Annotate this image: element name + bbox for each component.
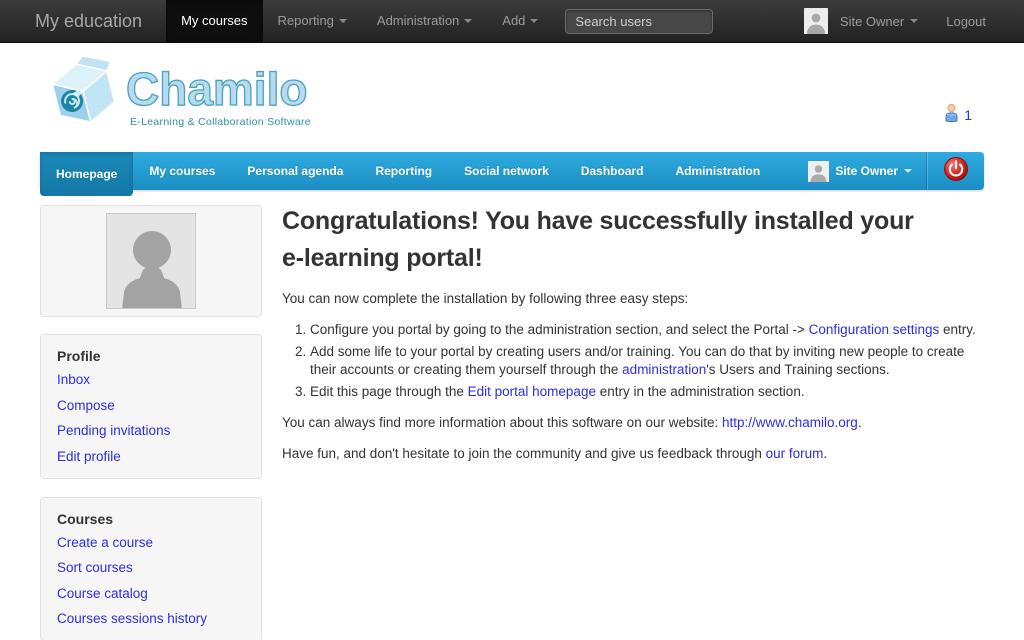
navbar-user-label: Site Owner — [835, 164, 898, 178]
topnav-label: My courses — [181, 0, 247, 42]
page-title: Congratulations! You have successfully i… — [282, 203, 984, 277]
courses-menu-title: Courses — [57, 511, 245, 527]
step-add-users: Add some life to your portal by creating… — [310, 343, 984, 380]
topbar-right: Site Owner Logout — [804, 0, 1024, 42]
user-avatar-small — [808, 161, 829, 182]
configuration-settings-link[interactable]: Configuration settings — [809, 322, 940, 337]
logo-text: Chamilo E-Learning & Collaboration Softw… — [124, 63, 314, 128]
online-user-icon — [943, 103, 960, 127]
logo-tagline: E-Learning & Collaboration Software — [130, 116, 314, 128]
chevron-down-icon — [464, 19, 472, 23]
chevron-down-icon — [530, 19, 538, 23]
forum-text: Have fun, and don't hesitate to join the… — [282, 445, 984, 464]
chevron-down-icon — [339, 19, 347, 23]
sidebar-link-create-a-course[interactable]: Create a course — [57, 535, 245, 550]
navbar-right: Site Owner — [794, 152, 984, 190]
edit-portal-homepage-link[interactable]: Edit portal homepage — [468, 384, 596, 399]
site-owner-label: Site Owner — [840, 14, 904, 29]
tab-reporting[interactable]: Reporting — [359, 152, 448, 190]
chevron-down-icon — [904, 169, 912, 173]
step-edit-page: Edit this page through the Edit portal h… — [310, 383, 984, 402]
step-text: entry. — [939, 322, 976, 337]
sidebar-link-pending-invitations[interactable]: Pending invitations — [57, 423, 245, 438]
website-text: You can always find more information abo… — [282, 414, 984, 433]
main-content: Congratulations! You have successfully i… — [282, 203, 984, 476]
user-avatar[interactable] — [804, 8, 828, 34]
sidebar-link-sort-courses[interactable]: Sort courses — [57, 560, 245, 575]
page: My education My courses Reporting Admini… — [0, 0, 1024, 640]
topnav-item-add[interactable]: Add — [487, 0, 553, 42]
page-title-line2: e-learning portal! — [282, 240, 984, 277]
header-row: Chamilo E-Learning & Collaboration Softw… — [0, 43, 1024, 152]
search-users-input[interactable] — [565, 9, 713, 34]
page-title-line1: Congratulations! You have successfully i… — [282, 203, 984, 240]
sidebar: Profile Inbox Compose Pending invitation… — [40, 205, 262, 640]
step-text: entry in the administration section. — [596, 384, 805, 399]
chamilo-cube-icon — [46, 55, 122, 146]
topnav-label: Administration — [377, 0, 459, 42]
topnav-label: Reporting — [278, 0, 334, 42]
website-text-pre: You can always find more information abo… — [282, 415, 722, 430]
tab-personal-agenda[interactable]: Personal agenda — [231, 152, 359, 190]
topnav-item-my-courses[interactable]: My courses — [166, 0, 262, 42]
website-text-post: . — [858, 415, 862, 430]
logout-power-button[interactable] — [928, 152, 984, 190]
navbar-user-menu[interactable]: Site Owner — [794, 152, 926, 190]
step-text: Configure you portal by going to the adm… — [310, 322, 809, 337]
logo-wordmark: Chamilo — [126, 63, 307, 115]
profile-menu: Profile Inbox Compose Pending invitation… — [40, 334, 262, 479]
sidebar-link-edit-profile[interactable]: Edit profile — [57, 449, 245, 464]
profile-menu-title: Profile — [57, 348, 245, 364]
online-users-indicator[interactable]: 1 — [943, 103, 972, 127]
sidebar-link-courses-sessions-history[interactable]: Courses sessions history — [57, 611, 245, 626]
installation-steps: Configure you portal by going to the adm… — [282, 321, 984, 402]
online-count: 1 — [964, 107, 972, 123]
topnav-label: Add — [502, 0, 525, 42]
step-text: 's Users and Training sections. — [706, 362, 889, 377]
courses-menu: Courses Create a course Sort courses Cou… — [40, 497, 262, 640]
top-nav: My courses Reporting Administration Add — [166, 0, 553, 42]
brand-my-education[interactable]: My education — [0, 0, 166, 42]
forum-text-pre: Have fun, and don't hesitate to join the… — [282, 446, 766, 461]
profile-photo — [106, 213, 196, 309]
chamilo-logo[interactable]: Chamilo E-Learning & Collaboration Softw… — [46, 55, 314, 146]
tab-homepage[interactable]: Homepage — [40, 152, 133, 196]
sidebar-link-compose[interactable]: Compose — [57, 398, 245, 413]
step-text: Edit this page through the — [310, 384, 468, 399]
main-navigation: Homepage My courses Personal agenda Repo… — [40, 152, 984, 190]
sidebar-link-inbox[interactable]: Inbox — [57, 372, 245, 387]
top-admin-bar: My education My courses Reporting Admini… — [0, 0, 1024, 43]
chamilo-org-link[interactable]: http://www.chamilo.org — [722, 415, 858, 430]
logout-link[interactable]: Logout — [932, 14, 994, 29]
sidebar-link-course-catalog[interactable]: Course catalog — [57, 586, 245, 601]
intro-text: You can now complete the installation by… — [282, 290, 984, 309]
topnav-item-reporting[interactable]: Reporting — [263, 0, 362, 42]
forum-text-post: . — [823, 446, 827, 461]
tab-administration[interactable]: Administration — [660, 152, 777, 190]
chevron-down-icon — [910, 19, 918, 23]
topnav-item-administration[interactable]: Administration — [362, 0, 487, 42]
site-owner-menu[interactable]: Site Owner — [840, 14, 932, 29]
tab-social-network[interactable]: Social network — [448, 152, 565, 190]
tab-my-courses[interactable]: My courses — [133, 152, 231, 190]
administration-link[interactable]: administration — [622, 362, 706, 377]
tab-dashboard[interactable]: Dashboard — [565, 152, 660, 190]
our-forum-link[interactable]: our forum — [766, 446, 824, 461]
profile-photo-box — [40, 205, 262, 317]
step-configure-portal: Configure you portal by going to the adm… — [310, 321, 984, 340]
power-icon — [943, 156, 969, 187]
